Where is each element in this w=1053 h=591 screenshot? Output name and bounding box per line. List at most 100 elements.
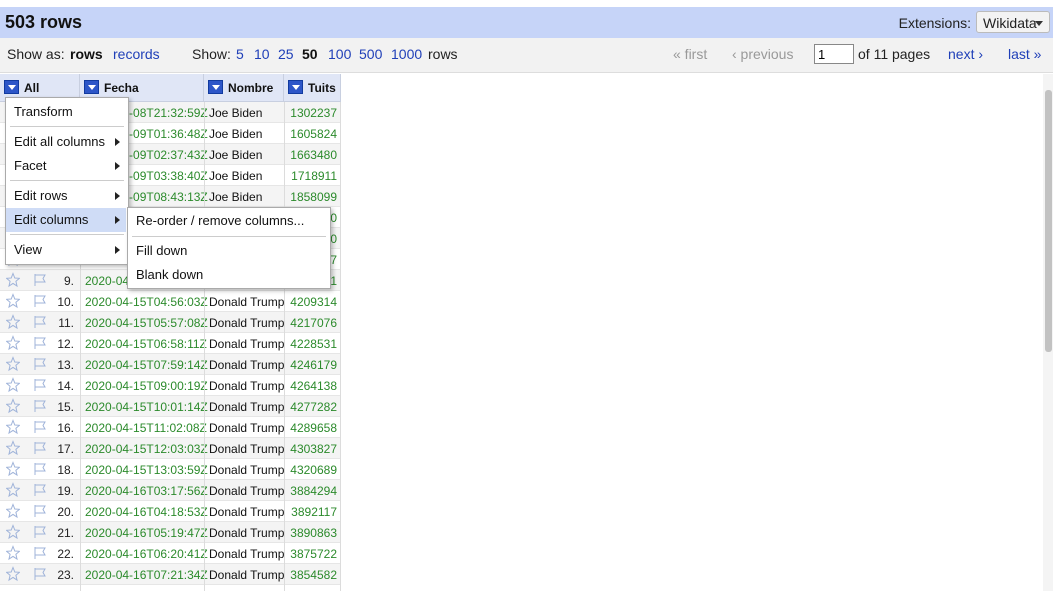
cell-tuits[interactable]: 1858099 (284, 190, 337, 204)
menu-item-edit-rows[interactable]: Edit rows (6, 184, 126, 208)
cell-tuits[interactable]: 4277282 (284, 400, 337, 414)
next-page-link[interactable]: next › (948, 46, 983, 62)
dropdown-arrow-icon[interactable] (84, 80, 99, 94)
cell-tuits[interactable]: 4228531 (284, 337, 337, 351)
scrollbar-thumb[interactable] (1045, 90, 1052, 352)
cell-nombre[interactable]: Donald Trump (209, 316, 284, 330)
flag-icon[interactable] (33, 546, 47, 560)
cell-nombre[interactable]: Joe Biden (209, 190, 262, 204)
page-size-1000[interactable]: 1000 (391, 46, 422, 62)
cell-fecha[interactable]: 2020-04-16T04:18:53Z (85, 505, 208, 519)
flag-icon[interactable] (33, 336, 47, 350)
cell-nombre[interactable]: Joe Biden (209, 148, 262, 162)
submenu-item-fill-down[interactable]: Fill down (128, 239, 328, 263)
page-size-10[interactable]: 10 (254, 46, 270, 62)
flag-icon[interactable] (33, 441, 47, 455)
cell-tuits[interactable]: 3875722 (284, 547, 337, 561)
cell-fecha[interactable]: 2020-04-16T05:19:47Z (85, 526, 208, 540)
cell-tuits[interactable]: 3884294 (284, 484, 337, 498)
cell-tuits[interactable]: 3890863 (284, 526, 337, 540)
flag-icon[interactable] (33, 483, 47, 497)
star-icon[interactable] (6, 293, 20, 309)
cell-tuits[interactable]: 4246179 (284, 358, 337, 372)
cell-tuits[interactable]: 4264138 (284, 379, 337, 393)
star-icon[interactable] (6, 419, 20, 435)
show-as-rows[interactable]: rows (70, 46, 103, 62)
menu-item-edit-columns[interactable]: Edit columns (6, 208, 126, 232)
submenu-item-reorder-remove-columns[interactable]: Re-order / remove columns... (128, 209, 328, 233)
cell-nombre[interactable]: Joe Biden (209, 106, 262, 120)
menu-item-edit-all-columns[interactable]: Edit all columns (6, 130, 126, 154)
star-icon[interactable] (6, 482, 20, 498)
flag-icon[interactable] (33, 399, 47, 413)
page-size-25[interactable]: 25 (278, 46, 294, 62)
cell-tuits[interactable]: 1663480 (284, 148, 337, 162)
cell-nombre[interactable]: Donald Trump (209, 505, 284, 519)
cell-fecha[interactable]: 2020-04-15T04:56:03Z (85, 295, 208, 309)
flag-icon[interactable] (33, 378, 47, 392)
star-icon[interactable] (6, 314, 20, 330)
cell-nombre[interactable]: Donald Trump (209, 547, 284, 561)
flag-icon[interactable] (33, 525, 47, 539)
cell-nombre[interactable]: Donald Trump (209, 568, 284, 582)
cell-nombre[interactable]: Donald Trump (209, 295, 284, 309)
cell-tuits[interactable]: 4209314 (284, 295, 337, 309)
submenu-item-blank-down[interactable]: Blank down (128, 263, 328, 287)
star-icon[interactable] (6, 461, 20, 477)
cell-nombre[interactable]: Donald Trump (209, 463, 284, 477)
flag-icon[interactable] (33, 294, 47, 308)
star-icon[interactable] (6, 440, 20, 456)
cell-tuits[interactable]: 4320689 (284, 463, 337, 477)
star-icon[interactable] (6, 356, 20, 372)
cell-tuits[interactable]: 1302237 (284, 106, 337, 120)
cell-fecha[interactable]: 2020-04-15T12:03:03Z (85, 442, 208, 456)
page-size-500[interactable]: 500 (359, 46, 382, 62)
flag-icon[interactable] (33, 504, 47, 518)
flag-icon[interactable] (33, 315, 47, 329)
flag-icon[interactable] (33, 462, 47, 476)
cell-nombre[interactable]: Donald Trump (209, 421, 284, 435)
cell-nombre[interactable]: Donald Trump (209, 358, 284, 372)
cell-fecha[interactable]: 2020-04-15T09:00:19Z (85, 379, 208, 393)
column-header-tuits[interactable]: Tuits (284, 74, 341, 102)
cell-fecha[interactable]: 2020-04-16T06:20:41Z (85, 547, 208, 561)
cell-tuits[interactable]: 3854582 (284, 568, 337, 582)
cell-tuits[interactable]: 3892117 (284, 505, 337, 519)
cell-tuits[interactable]: 4303827 (284, 442, 337, 456)
cell-fecha[interactable]: 2020-04-15T06:58:11Z (85, 337, 207, 351)
cell-fecha[interactable]: 2020-04-16T03:17:56Z (85, 484, 208, 498)
star-icon[interactable] (6, 272, 20, 288)
menu-item-facet[interactable]: Facet (6, 154, 126, 178)
page-number-input[interactable] (814, 44, 854, 64)
previous-page-link[interactable]: ‹ previous (732, 46, 793, 62)
cell-nombre[interactable]: Donald Trump (209, 379, 284, 393)
show-as-records[interactable]: records (113, 46, 160, 62)
extensions-dropdown[interactable]: Wikidata (976, 11, 1050, 33)
column-header-nombre[interactable]: Nombre (204, 74, 284, 102)
menu-item-transform[interactable]: Transform (6, 100, 126, 124)
star-icon[interactable] (6, 503, 20, 519)
star-icon[interactable] (6, 335, 20, 351)
cell-fecha[interactable]: 2020-04 (85, 274, 129, 288)
star-icon[interactable] (6, 377, 20, 393)
cell-nombre[interactable]: Donald Trump (209, 526, 284, 540)
first-page-link[interactable]: « first (673, 46, 707, 62)
star-icon[interactable] (6, 566, 20, 582)
cell-tuits[interactable]: 1718911 (284, 169, 337, 183)
cell-fecha[interactable]: 2020-04-16T07:21:34Z (85, 568, 208, 582)
dropdown-arrow-icon[interactable] (4, 80, 19, 94)
flag-icon[interactable] (33, 420, 47, 434)
cell-fecha[interactable]: 2020-04-15T05:57:08Z (85, 316, 208, 330)
page-size-5[interactable]: 5 (236, 46, 244, 62)
page-size-50[interactable]: 50 (302, 46, 318, 62)
cell-nombre[interactable]: Donald Trump (209, 337, 284, 351)
cell-fecha[interactable]: 2020-04-15T10:01:14Z (85, 400, 208, 414)
cell-tuits[interactable]: 4289658 (284, 421, 337, 435)
flag-icon[interactable] (33, 567, 47, 581)
dropdown-arrow-icon[interactable] (208, 80, 223, 94)
cell-fecha[interactable]: 2020-04-15T11:02:08Z (85, 421, 207, 435)
cell-tuits[interactable]: 1605824 (284, 127, 337, 141)
cell-nombre[interactable]: Donald Trump (209, 484, 284, 498)
cell-nombre[interactable]: Donald Trump (209, 400, 284, 414)
page-size-100[interactable]: 100 (328, 46, 351, 62)
